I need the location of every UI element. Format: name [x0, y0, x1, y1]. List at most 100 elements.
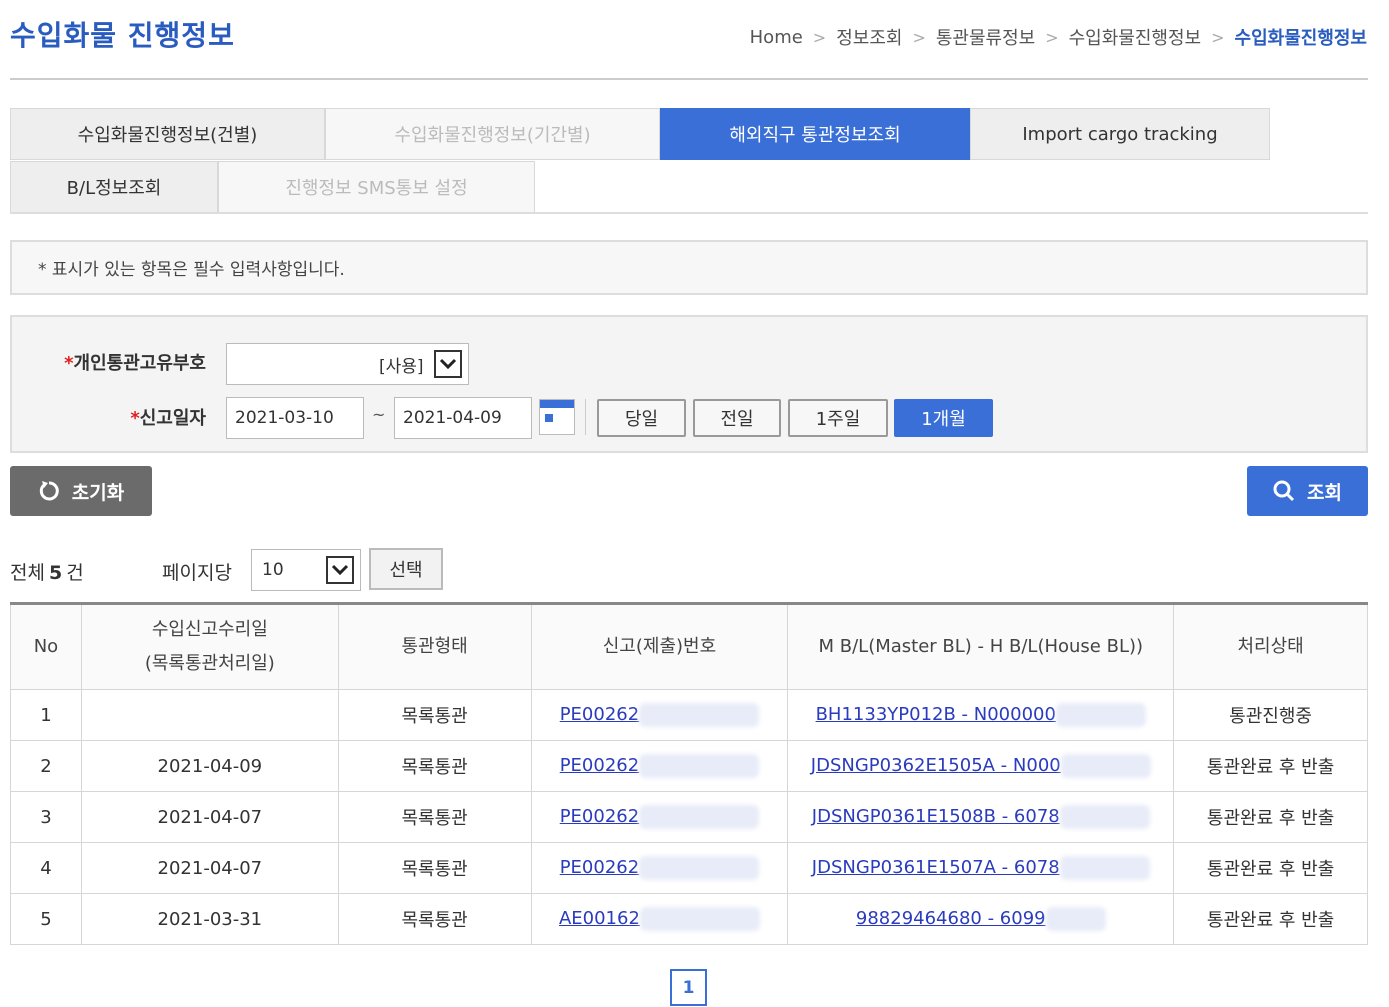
cell-type: 목록통관 [337, 791, 532, 843]
cell-decl: PE00262 [530, 791, 789, 843]
date-to-input[interactable]: 2021-04-09 [394, 397, 532, 439]
divider [585, 399, 586, 435]
tab-import-cargo-tracking[interactable]: Import cargo tracking [970, 108, 1270, 160]
decl-link[interactable]: PE00262 [560, 806, 640, 827]
search-button[interactable]: 조회 [1247, 466, 1368, 516]
date-from-input[interactable]: 2021-03-10 [226, 397, 364, 439]
breadcrumb-separator: > [1045, 27, 1059, 47]
redaction [1059, 805, 1150, 829]
search-icon [1273, 480, 1295, 502]
breadcrumb: Home > 정보조회 > 통관물류정보 > 수입화물진행정보 > 수입화물진행… [750, 24, 1367, 50]
cell-no: 2 [10, 740, 82, 792]
tab-bl-lookup[interactable]: B/L정보조회 [10, 161, 218, 213]
table-row: 3 2021-04-07 목록통관 PE00262 JDSNGP0361E150… [10, 791, 1368, 843]
reset-label: 초기화 [71, 481, 125, 504]
bl-link[interactable]: 98829464680 - 6099 [856, 908, 1046, 929]
cell-date: 2021-04-07 [80, 791, 339, 843]
redaction [639, 856, 760, 880]
table-header-row: No 수입신고수리일 (목록통관처리일) 통관형태 신고(제출)번호 M B/L(… [10, 602, 1368, 690]
search-form: *개인통관고유부호 [사용] *신고일자 2021-03-10 ~ 2021-0… [10, 315, 1368, 453]
customs-code-label: *개인통관고유부호 [64, 353, 206, 374]
decl-link[interactable]: AE00162 [559, 908, 640, 929]
cell-bl: JDSNGP0362E1505A - N000 [787, 740, 1175, 792]
required-mark: * [64, 353, 74, 374]
breadcrumb-separator: > [912, 27, 926, 47]
per-page-select[interactable]: 10 [251, 549, 361, 591]
cell-decl: PE00262 [530, 740, 789, 792]
customs-code-select[interactable]: [사용] [226, 343, 469, 385]
table-row: 2 2021-04-09 목록통관 PE00262 JDSNGP0362E150… [10, 740, 1368, 792]
redaction [1055, 703, 1146, 727]
required-notice: * 표시가 있는 항목은 필수 입력사항입니다. [10, 240, 1368, 295]
bl-link[interactable]: JDSNGP0362E1505A - N000 [811, 755, 1061, 776]
tab-import-cargo-by-period[interactable]: 수입화물진행정보(기간별) [325, 108, 660, 160]
refresh-icon [39, 481, 59, 501]
total-count: 전체 5 건 [10, 562, 84, 584]
cell-date: 2021-03-31 [80, 893, 339, 945]
table-row: 4 2021-04-07 목록통관 PE00262 JDSNGP0361E150… [10, 842, 1368, 894]
date-range-separator: ~ [372, 405, 386, 424]
tab-sms-notification[interactable]: 진행정보 SMS통보 설정 [218, 161, 535, 213]
tab-import-cargo-by-case[interactable]: 수입화물진행정보(건별) [10, 108, 325, 160]
tab-overseas-direct-purchase[interactable]: 해외직구 통관정보조회 [660, 108, 970, 160]
quick-yesterday-button[interactable]: 전일 [693, 399, 781, 437]
search-label: 조회 [1307, 481, 1342, 504]
cell-type: 목록통관 [337, 740, 532, 792]
decl-link[interactable]: PE00262 [560, 704, 640, 725]
cell-status: 통관완료 후 반출 [1173, 842, 1368, 894]
breadcrumb-import-cargo[interactable]: 수입화물진행정보 [1069, 24, 1201, 50]
table-row: 1 목록통관 PE00262 BH1133YP012B - N000000 통관… [10, 689, 1368, 741]
bl-link[interactable]: BH1133YP012B - N000000 [816, 704, 1056, 725]
breadcrumb-separator: > [1211, 27, 1225, 47]
cell-bl: JDSNGP0361E1508B - 6078 [787, 791, 1175, 843]
col-header-bl: M B/L(Master BL) - H B/L(House BL)) [787, 602, 1175, 690]
redaction [639, 703, 760, 727]
cell-decl: AE00162 [530, 893, 789, 945]
breadcrumb-info-lookup[interactable]: 정보조회 [836, 24, 902, 50]
cell-date: 2021-04-07 [80, 842, 339, 894]
breadcrumb-customs-logistics[interactable]: 통관물류정보 [936, 24, 1035, 50]
cell-status: 통관완료 후 반출 [1173, 893, 1368, 945]
cell-date [80, 689, 339, 741]
cell-decl: PE00262 [530, 842, 789, 894]
cell-no: 5 [10, 893, 82, 945]
cell-decl: PE00262 [530, 689, 789, 741]
redaction [639, 805, 760, 829]
cell-no: 4 [10, 842, 82, 894]
cell-no: 1 [10, 689, 82, 741]
table-row: 5 2021-03-31 목록통관 AE00162 98829464680 - … [10, 893, 1368, 945]
results-table: No 수입신고수리일 (목록통관처리일) 통관형태 신고(제출)번호 M B/L(… [10, 602, 1368, 945]
col-header-status: 처리상태 [1173, 602, 1368, 690]
breadcrumb-current: 수입화물진행정보 [1234, 28, 1367, 49]
breadcrumb-home[interactable]: Home [750, 27, 803, 48]
select-button[interactable]: 선택 [369, 548, 443, 590]
redaction [1060, 754, 1151, 778]
per-page-label: 페이지당 [162, 562, 232, 584]
cell-bl: JDSNGP0361E1507A - 6078 [787, 842, 1175, 894]
pagination-page-1[interactable]: 1 [670, 969, 707, 1006]
col-header-accept-date: 수입신고수리일 (목록통관처리일) [80, 602, 339, 690]
quick-1month-button[interactable]: 1개월 [894, 399, 993, 437]
cell-bl: BH1133YP012B - N000000 [787, 689, 1175, 741]
quick-1week-button[interactable]: 1주일 [788, 399, 888, 437]
chevron-down-icon[interactable] [326, 556, 354, 584]
redaction [639, 907, 760, 931]
cell-type: 목록통관 [337, 689, 532, 741]
redaction [1045, 907, 1106, 931]
col-header-decl-no: 신고(제출)번호 [530, 602, 789, 690]
cell-status: 통관진행중 [1173, 689, 1368, 741]
quick-today-button[interactable]: 당일 [597, 399, 686, 437]
cell-status: 통관완료 후 반출 [1173, 791, 1368, 843]
page-title: 수입화물 진행정보 [10, 19, 235, 52]
cell-status: 통관완료 후 반출 [1173, 740, 1368, 792]
reset-button[interactable]: 초기화 [10, 466, 152, 516]
bl-link[interactable]: JDSNGP0361E1508B - 6078 [812, 806, 1060, 827]
breadcrumb-separator: > [812, 27, 827, 47]
bl-link[interactable]: JDSNGP0361E1507A - 6078 [812, 857, 1060, 878]
chevron-down-icon[interactable] [434, 350, 462, 378]
cell-type: 목록통관 [337, 842, 532, 894]
decl-link[interactable]: PE00262 [560, 857, 640, 878]
calendar-icon[interactable] [539, 399, 575, 435]
decl-link[interactable]: PE00262 [560, 755, 640, 776]
col-header-type: 통관형태 [337, 602, 532, 690]
